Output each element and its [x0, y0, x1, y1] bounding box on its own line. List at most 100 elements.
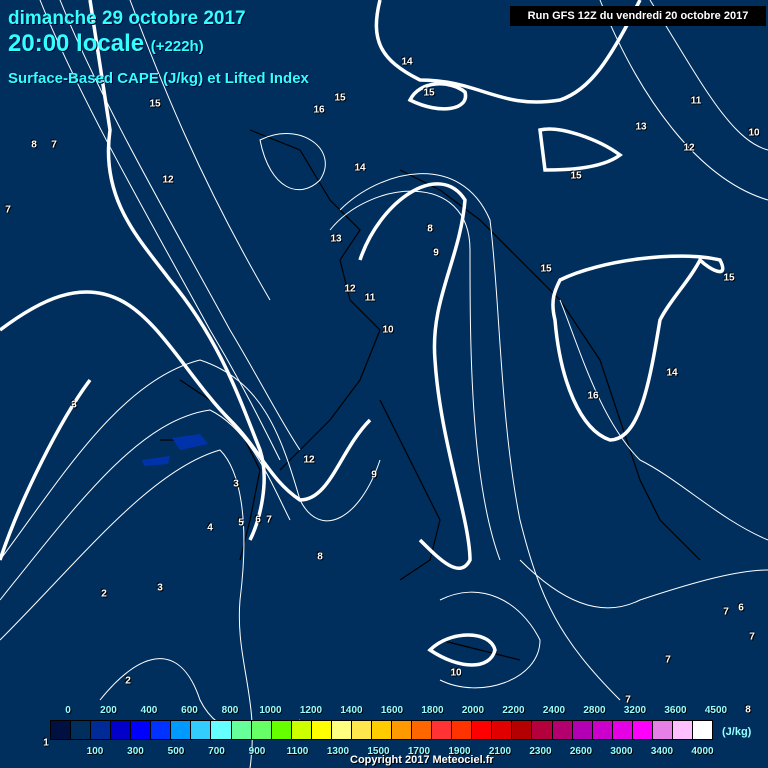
lifted-index-label: 12	[162, 174, 174, 186]
lifted-index-label: 7	[51, 139, 57, 151]
legend-swatch	[631, 720, 653, 740]
lifted-index-label: 12	[303, 454, 315, 466]
legend-top-label: 2800	[583, 705, 606, 716]
legend-swatch	[150, 720, 172, 740]
lifted-index-label: 7	[266, 514, 272, 526]
legend-top-label: 2400	[542, 705, 566, 716]
lifted-index-label: 6	[738, 602, 744, 614]
legend-unit: (J/kg)	[722, 726, 752, 738]
legend-swatch	[370, 720, 393, 740]
coastlines	[160, 129, 701, 661]
lifted-index-label: 15	[334, 92, 346, 104]
legend-top-label: 1800	[421, 705, 444, 716]
lifted-index-label: 7	[625, 694, 631, 706]
lifted-index-label: 8	[317, 551, 323, 563]
legend-swatch	[250, 720, 272, 740]
lifted-index-label: 16	[313, 104, 325, 116]
legend-swatch	[691, 720, 713, 740]
legend-swatch	[651, 720, 673, 740]
legend-swatch	[571, 720, 593, 740]
lifted-index-label: 15	[540, 263, 552, 275]
lifted-index-label: 2	[101, 588, 107, 600]
copyright: Copyright 2017 Meteociel.fr	[350, 754, 494, 766]
legend-swatch	[170, 720, 192, 740]
lifted-index-label: 6	[255, 514, 261, 526]
lifted-index-label: 13	[330, 233, 342, 245]
legend-swatch	[491, 720, 513, 740]
legend-bottom-label: 4000	[691, 746, 714, 757]
legend-top-label: 0	[65, 705, 71, 716]
legend-swatch	[270, 720, 292, 740]
forecast-time: 20:00 locale (+222h)	[8, 30, 204, 58]
lifted-index-label: 15	[149, 98, 161, 110]
lifted-index-label: 14	[666, 367, 678, 379]
legend-bottom-label: 500	[167, 746, 185, 757]
weather-map: dimanche 29 octobre 2017 20:00 locale (+…	[0, 0, 768, 768]
cape-area	[142, 434, 208, 466]
lifted-index-label: 7	[5, 204, 11, 216]
lifted-index-label: 3	[71, 399, 77, 411]
legend-bottom-label: 2600	[569, 746, 593, 757]
legend-top-label: 4500	[704, 705, 728, 716]
legend-swatch	[350, 720, 372, 740]
run-info: Run GFS 12Z du vendredi 20 octobre 2017	[510, 6, 766, 26]
legend-swatch	[210, 720, 232, 740]
legend-swatch	[230, 720, 252, 740]
lifted-index-label: 8	[745, 704, 751, 716]
legend-top-label: 400	[140, 705, 158, 716]
legend-swatch	[110, 720, 132, 740]
legend-top-label: 200	[100, 705, 117, 716]
lifted-index-label: 7	[665, 654, 671, 666]
thin-contours	[0, 0, 768, 768]
legend-swatch	[591, 720, 613, 740]
legend-swatch	[70, 720, 92, 740]
lifted-index-label: 11	[690, 95, 702, 107]
lifted-index-label: 9	[371, 469, 377, 481]
lifted-index-label: 12	[344, 283, 356, 295]
thick-contours	[0, 0, 725, 667]
legend-top-label: 1600	[380, 705, 404, 716]
forecast-offset: (+222h)	[150, 38, 204, 55]
lifted-index-label: 3	[157, 582, 163, 594]
legend-swatch	[310, 720, 332, 740]
lifted-index-label: 11	[364, 292, 376, 304]
lifted-index-label: 8	[31, 139, 37, 151]
lifted-index-label: 2	[125, 675, 131, 687]
legend-bottom-label: 700	[208, 746, 225, 757]
lifted-index-label: 8	[427, 223, 433, 235]
lifted-index-label: 3	[233, 478, 239, 490]
lifted-index-label: 14	[401, 56, 413, 68]
lifted-index-label: 5	[238, 517, 244, 529]
legend-top-label: 800	[221, 705, 239, 716]
lifted-index-label: 15	[570, 170, 582, 182]
legend-swatch	[411, 720, 433, 740]
lifted-index-label: 15	[723, 272, 735, 284]
legend-bottom-label: 3000	[610, 746, 633, 757]
legend-bottom-label: 300	[127, 746, 144, 757]
legend-top-label: 1400	[340, 705, 363, 716]
lifted-index-label: 10	[450, 667, 462, 679]
legend-bottom-label: 900	[248, 746, 266, 757]
lifted-index-label: 13	[635, 121, 647, 133]
forecast-date: dimanche 29 octobre 2017	[8, 8, 246, 29]
lifted-index-label: 10	[382, 324, 394, 336]
lifted-index-label: 9	[433, 247, 439, 259]
legend-bottom-label: 1100	[286, 746, 309, 757]
legend-top-label: 1000	[259, 705, 282, 716]
legend-swatch	[511, 720, 533, 740]
legend-top-label: 3600	[664, 705, 687, 716]
legend-swatch	[611, 720, 633, 740]
legend-swatch	[551, 720, 573, 740]
legend-bottom-label: 1300	[326, 746, 350, 757]
legend-swatch	[531, 720, 553, 740]
lifted-index-label: 1	[43, 737, 49, 749]
legend-top-label: 3200	[623, 705, 647, 716]
legend-top-label: 1200	[299, 705, 323, 716]
lifted-index-label: 12	[683, 142, 695, 154]
legend-swatch	[391, 720, 413, 740]
legend-swatch	[451, 720, 473, 740]
legend-bottom-label: 2300	[529, 746, 552, 757]
legend-swatch	[190, 720, 212, 740]
lifted-index-label: 7	[723, 606, 729, 618]
legend-swatch	[431, 720, 453, 740]
